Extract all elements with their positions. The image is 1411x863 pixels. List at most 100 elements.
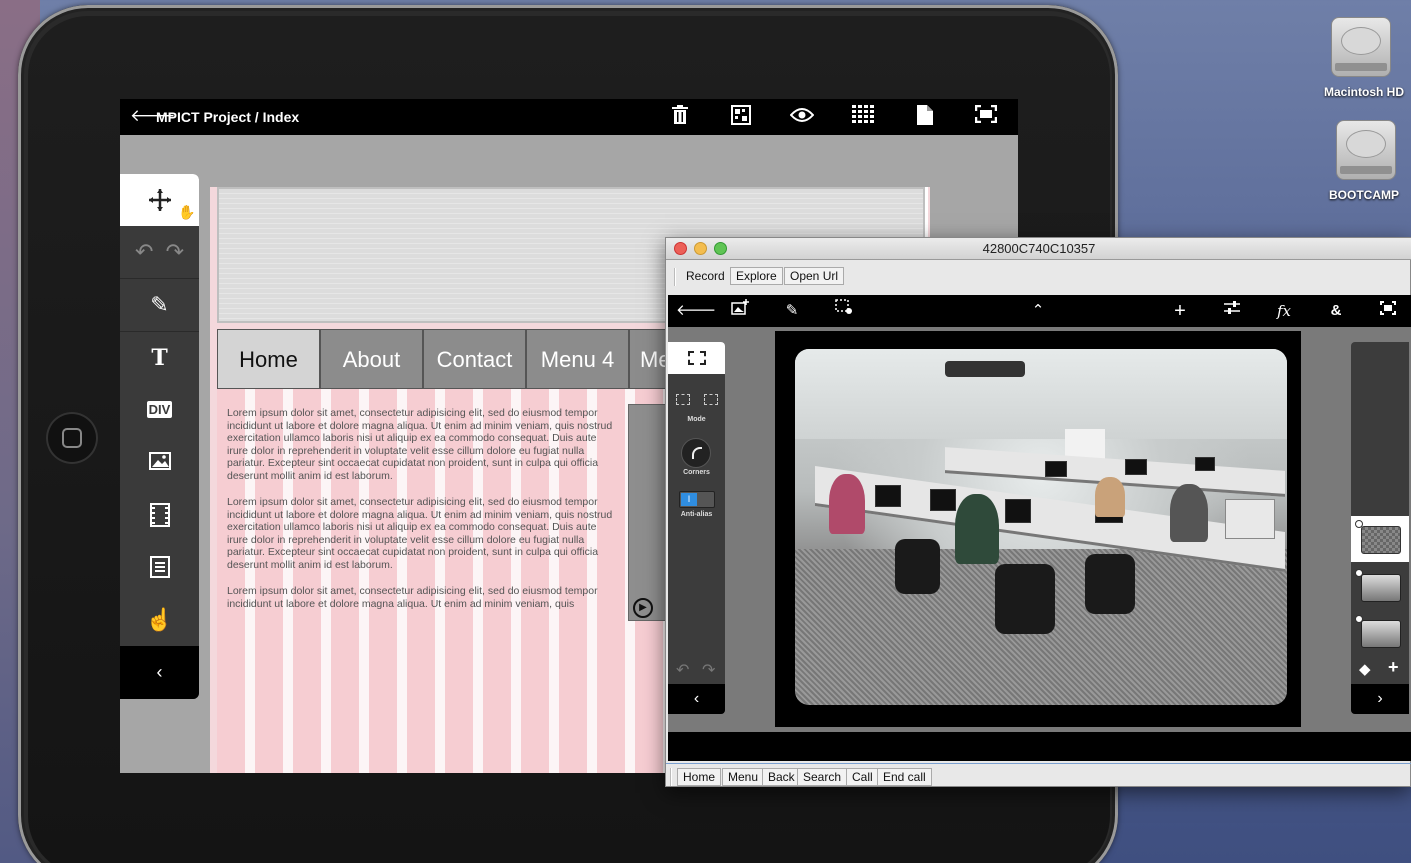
- open-url-button[interactable]: Open Url: [784, 267, 845, 285]
- layers-icon[interactable]: ◆: [1359, 660, 1371, 678]
- project-title: MPICT Project / Index: [156, 109, 300, 125]
- eye-icon[interactable]: [789, 105, 815, 129]
- student: [829, 474, 865, 534]
- ceiling: [795, 349, 1287, 439]
- select-settings-icon[interactable]: [832, 299, 856, 323]
- menu-button[interactable]: Menu: [722, 768, 765, 786]
- tool-panel: ✋ ↶ ↷ ✎ T DIV ☝ ‹: [120, 174, 199, 699]
- layer-visibility-dot[interactable]: [1355, 520, 1363, 528]
- nav-item-home[interactable]: Home: [217, 329, 320, 389]
- chair: [895, 539, 940, 594]
- nav-item-menu-4[interactable]: Menu 4: [526, 329, 629, 389]
- nav-item-contact[interactable]: Contact: [423, 329, 526, 389]
- fullscreen-icon[interactable]: [974, 104, 998, 129]
- call-button[interactable]: Call: [846, 768, 879, 786]
- printer: [1225, 499, 1275, 539]
- emulated-app: 🡐 ✎ ⌃ + fx & Mode Corners I Anti-alias ↶…: [668, 295, 1411, 761]
- minimize-button[interactable]: [694, 242, 707, 255]
- pointer-hand-icon: ☝: [145, 607, 174, 632]
- layer-thumbnail: [1361, 526, 1401, 554]
- corners-label: Corners: [683, 469, 710, 476]
- page-icon[interactable]: [913, 105, 937, 129]
- grid-icon[interactable]: [729, 105, 753, 129]
- columns-icon[interactable]: [851, 105, 875, 129]
- text-tool[interactable]: T: [120, 332, 199, 384]
- marquee-icon: [688, 351, 706, 365]
- search-button[interactable]: Search: [797, 768, 848, 786]
- pen-tool[interactable]: ✎: [120, 279, 199, 331]
- undo-redo[interactable]: ↶ ↷: [120, 226, 199, 278]
- redo-icon[interactable]: ↷: [166, 239, 184, 264]
- div-tool[interactable]: DIV: [120, 384, 199, 436]
- chair: [1085, 554, 1135, 614]
- div-icon: DIV: [146, 401, 173, 418]
- monitor: [930, 489, 956, 511]
- play-icon[interactable]: ▶: [633, 598, 653, 618]
- fx-icon[interactable]: fx: [1272, 299, 1296, 323]
- end-call-button[interactable]: End call: [877, 768, 932, 786]
- ipad-home-button[interactable]: [46, 412, 98, 464]
- image-tool[interactable]: [120, 436, 199, 488]
- form-tool[interactable]: [120, 541, 199, 593]
- add-layer-icon[interactable]: +: [1388, 657, 1399, 678]
- fullscreen-icon[interactable]: [1376, 299, 1400, 323]
- add-selection-icon[interactable]: [676, 394, 690, 405]
- corners-control[interactable]: [681, 438, 711, 468]
- anti-alias-toggle[interactable]: I: [679, 491, 715, 508]
- add-image-icon[interactable]: [728, 299, 752, 323]
- sliders-icon[interactable]: [1220, 299, 1244, 323]
- lorem-paragraph: Lorem ipsum dolor sit amet, consectetur …: [227, 585, 598, 610]
- redo-icon[interactable]: ↷: [702, 660, 715, 680]
- expand-right-button[interactable]: ›: [1351, 684, 1409, 714]
- collapse-panel-button[interactable]: ‹: [120, 646, 199, 699]
- toolbar-grip: [670, 768, 672, 786]
- back-icon[interactable]: 🡐: [676, 299, 716, 323]
- touch-tool[interactable]: ☝: [120, 594, 199, 646]
- subtract-selection-icon[interactable]: [704, 394, 718, 405]
- ampersand-icon[interactable]: &: [1324, 299, 1348, 323]
- undo-icon[interactable]: ↶: [676, 660, 689, 680]
- app-bottom-bar: [668, 732, 1411, 761]
- student: [955, 494, 999, 564]
- home-button[interactable]: Home: [677, 768, 722, 786]
- undo-icon[interactable]: ↶: [135, 239, 153, 264]
- monitor: [1005, 499, 1031, 523]
- lorem-paragraph: Lorem ipsum dolor sit amet, consectetur …: [227, 496, 613, 571]
- layer-thumbnail[interactable]: [1361, 574, 1401, 602]
- layer-visibility-dot[interactable]: [1355, 569, 1363, 577]
- pencil-icon: ✎: [150, 292, 169, 317]
- rect-select-tool[interactable]: [668, 342, 725, 374]
- layer-thumbnail[interactable]: [1361, 620, 1401, 648]
- collapse-left-button[interactable]: ‹: [668, 684, 725, 714]
- student: [1095, 477, 1125, 517]
- sidebar-widget[interactable]: ▶: [628, 404, 668, 621]
- divider: [666, 763, 1411, 764]
- chevron-up-icon[interactable]: ⌃: [1026, 299, 1050, 323]
- plus-icon[interactable]: +: [1168, 299, 1192, 323]
- corner-icon: [692, 447, 702, 459]
- record-button[interactable]: Record: [680, 267, 731, 285]
- layer-visibility-dot[interactable]: [1355, 615, 1363, 623]
- back-button[interactable]: Back: [762, 768, 801, 786]
- monitor: [875, 485, 901, 507]
- close-button[interactable]: [674, 242, 687, 255]
- nav-item-about[interactable]: About: [320, 329, 423, 389]
- zoom-button[interactable]: [714, 242, 727, 255]
- drive-macintosh-hd[interactable]: [1331, 17, 1391, 77]
- move-tool[interactable]: ✋: [120, 174, 199, 226]
- hard-drive-icon: [1336, 120, 1396, 180]
- trash-icon[interactable]: [668, 105, 692, 129]
- photo-canvas[interactable]: [775, 331, 1301, 727]
- chevron-left-icon: ‹: [156, 662, 163, 682]
- selection-panel: Mode Corners I Anti-alias ↶ ↷ ‹: [668, 342, 725, 714]
- layer-item-selected[interactable]: [1351, 516, 1409, 562]
- video-tool[interactable]: [120, 489, 199, 541]
- drive-bootcamp[interactable]: [1336, 120, 1396, 180]
- toolbar-grip: [674, 268, 676, 286]
- window-title-bar: 42800C740C10357: [666, 238, 1411, 260]
- projector: [945, 361, 1025, 377]
- lorem-paragraph: Lorem ipsum dolor sit amet, consectetur …: [227, 407, 613, 482]
- brush-icon[interactable]: ✎: [780, 299, 804, 323]
- explore-button[interactable]: Explore: [730, 267, 783, 285]
- drive-label-bootcamp: BOOTCAMP: [1329, 188, 1399, 202]
